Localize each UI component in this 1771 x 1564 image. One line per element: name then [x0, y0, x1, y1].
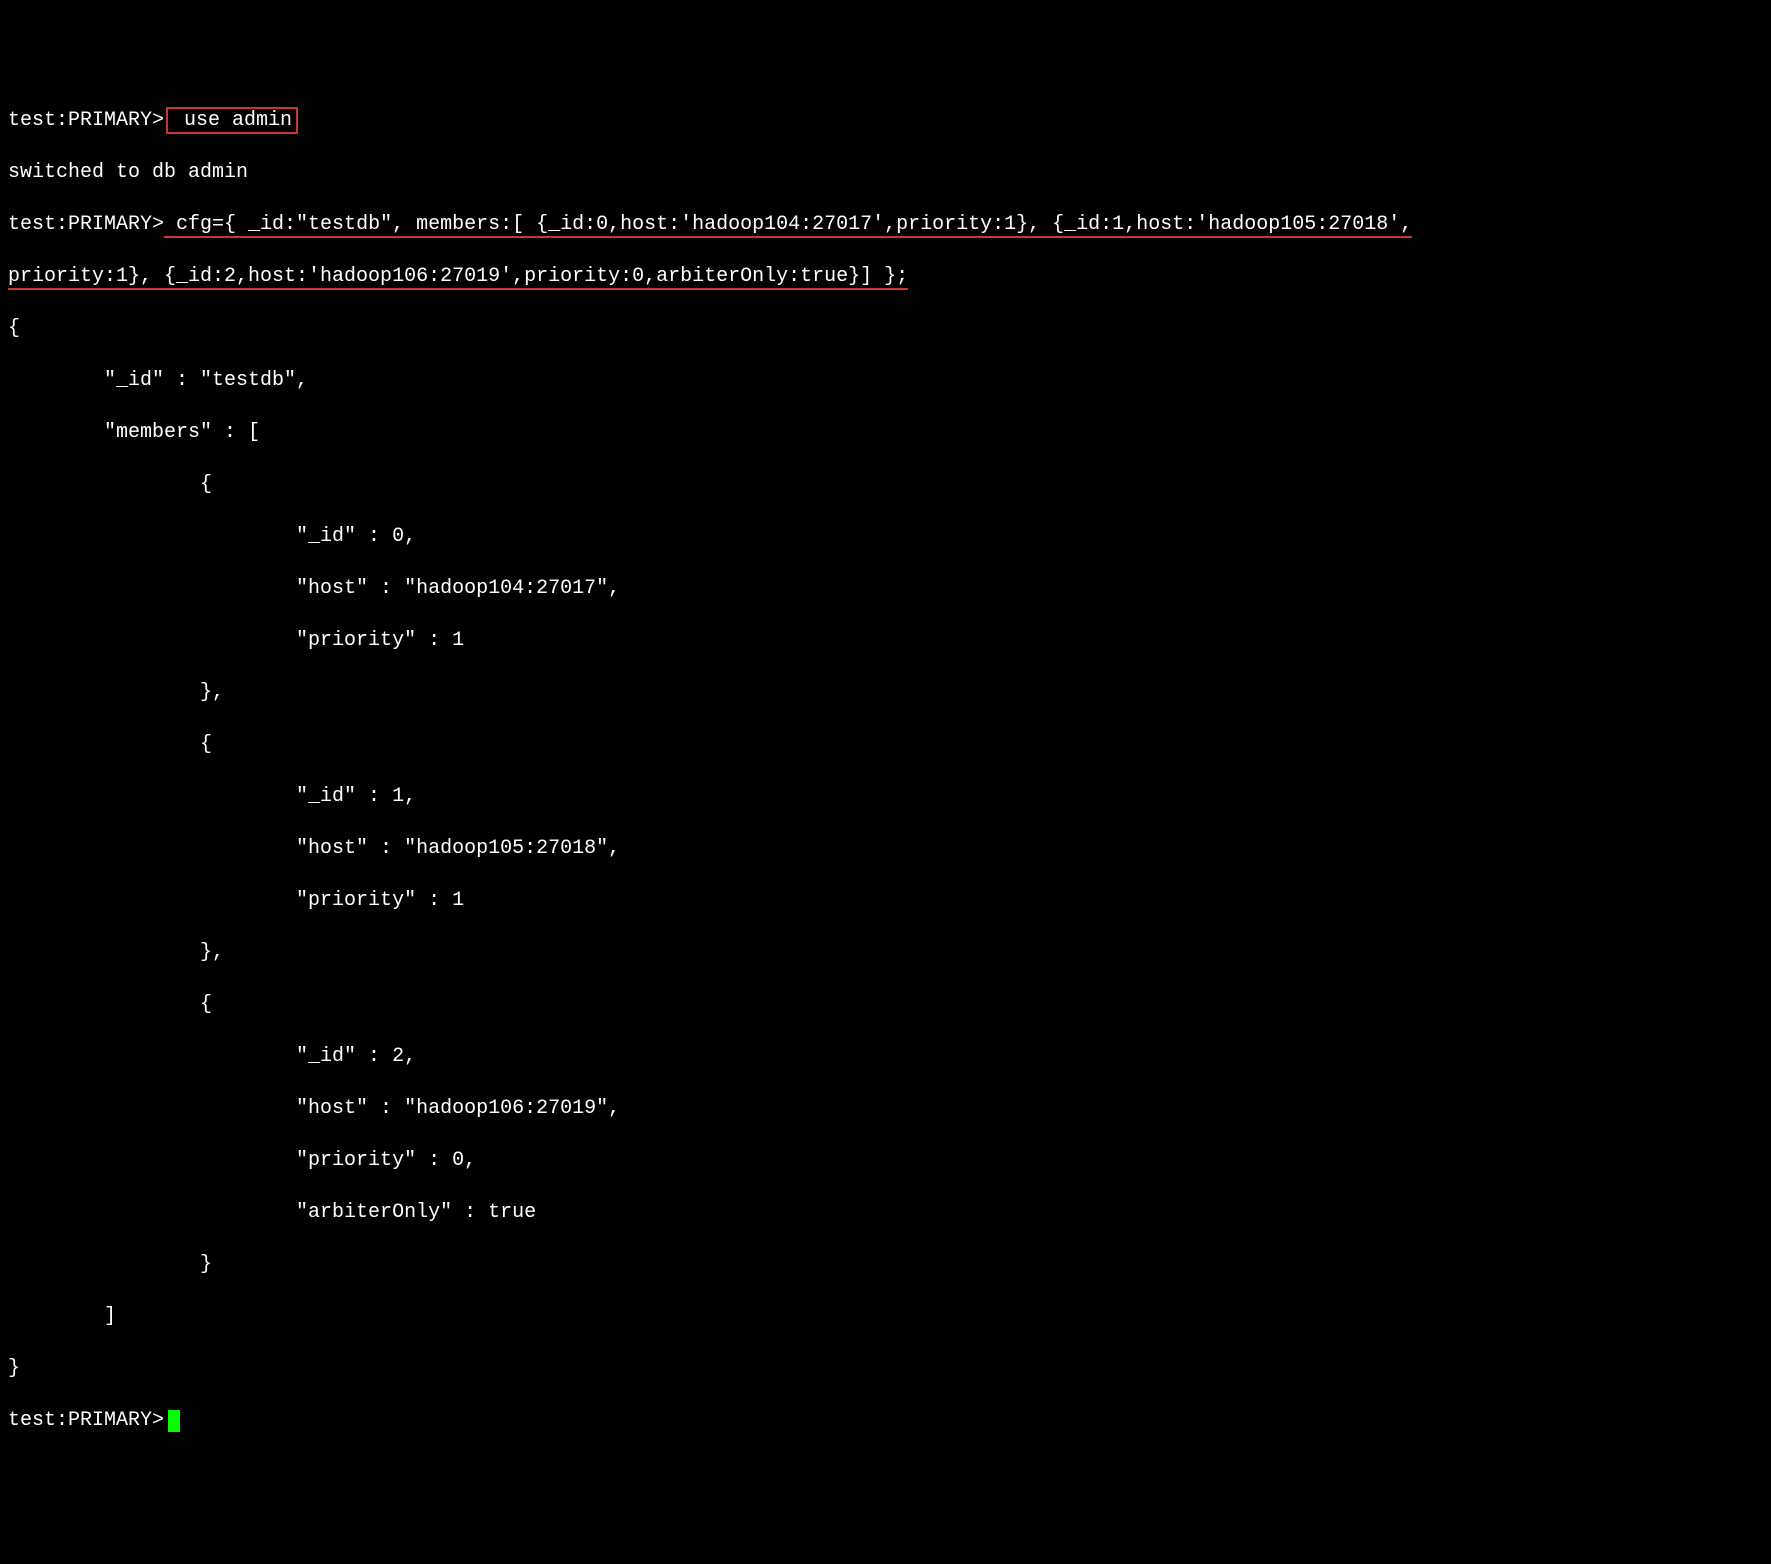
- command-cfg-part1: cfg={ _id:"testdb", members:[ {_id:0,hos…: [164, 213, 1412, 238]
- output-line: "priority" : 1: [8, 628, 1763, 654]
- terminal-line-cfg-2: priority:1}, {_id:2,host:'hadoop106:2701…: [8, 264, 1763, 290]
- terminal-line-empty-prompt: test:PRIMARY>: [8, 1408, 1763, 1434]
- output-line: "host" : "hadoop104:27017",: [8, 576, 1763, 602]
- terminal-line-1: test:PRIMARY> use admin: [8, 108, 1763, 134]
- output-line: {: [8, 992, 1763, 1018]
- command-cfg-part2: priority:1}, {_id:2,host:'hadoop106:2701…: [8, 265, 908, 290]
- terminal-output-switched: switched to db admin: [8, 160, 1763, 186]
- output-line: {: [8, 316, 1763, 342]
- output-line: "priority" : 1: [8, 888, 1763, 914]
- output-line: "arbiterOnly" : true: [8, 1200, 1763, 1226]
- command-use-admin: use admin: [166, 107, 298, 134]
- output-line: "_id" : 2,: [8, 1044, 1763, 1070]
- output-line: "_id" : 1,: [8, 784, 1763, 810]
- output-line: },: [8, 940, 1763, 966]
- output-line: {: [8, 472, 1763, 498]
- output-line: "_id" : 0,: [8, 524, 1763, 550]
- output-line: "host" : "hadoop105:27018",: [8, 836, 1763, 862]
- output-line: },: [8, 680, 1763, 706]
- shell-prompt[interactable]: test:PRIMARY>: [8, 109, 164, 132]
- output-line: "members" : [: [8, 420, 1763, 446]
- output-line: }: [8, 1356, 1763, 1382]
- output-line: "host" : "hadoop106:27019",: [8, 1096, 1763, 1122]
- output-line: {: [8, 732, 1763, 758]
- shell-prompt[interactable]: test:PRIMARY>: [8, 1409, 164, 1432]
- output-line: ]: [8, 1304, 1763, 1330]
- output-line: "priority" : 0,: [8, 1148, 1763, 1174]
- shell-prompt[interactable]: test:PRIMARY>: [8, 213, 164, 236]
- cursor-block[interactable]: [168, 1410, 180, 1432]
- output-line: "_id" : "testdb",: [8, 368, 1763, 394]
- terminal-line-cfg-1: test:PRIMARY> cfg={ _id:"testdb", member…: [8, 212, 1763, 238]
- output-line: }: [8, 1252, 1763, 1278]
